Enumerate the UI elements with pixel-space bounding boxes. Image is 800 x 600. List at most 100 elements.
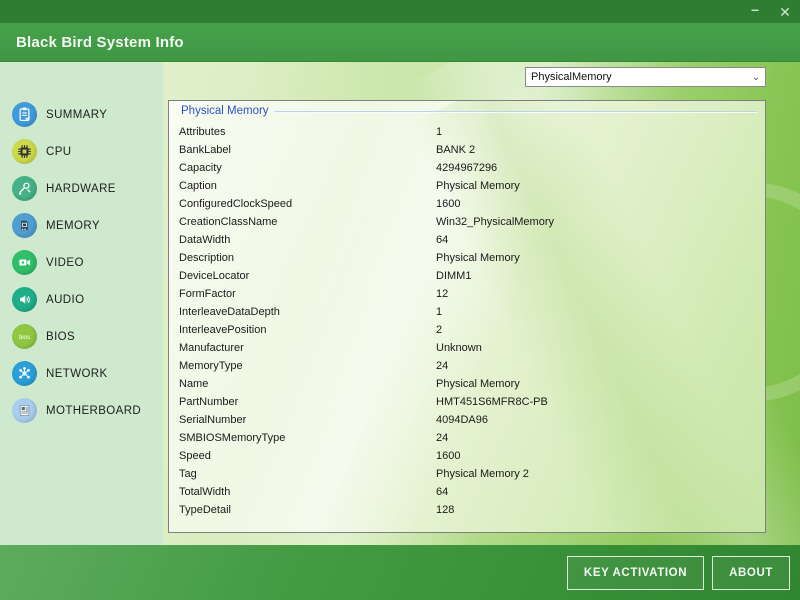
sidebar-item-label: MOTHERBOARD — [46, 405, 141, 417]
property-value: 64 — [436, 486, 757, 498]
property-row: BankLabel BANK 2 — [179, 141, 757, 159]
sidebar-item[interactable]: VIDEO — [0, 244, 163, 281]
property-name: FormFactor — [179, 288, 436, 300]
property-name: TotalWidth — [179, 486, 436, 498]
sidebar-item-label: VIDEO — [46, 257, 84, 269]
sidebar-item-label: NETWORK — [46, 368, 108, 380]
sidebar-item[interactable]: bios BIOS — [0, 318, 163, 355]
property-name: DeviceLocator — [179, 270, 436, 282]
property-row: DeviceLocator DIMM1 — [179, 267, 757, 285]
physical-memory-groupbox: Physical Memory Attributes 1 BankLabel B… — [168, 100, 766, 533]
network-nodes-icon — [12, 361, 37, 386]
sidebar-item[interactable]: AUDIO — [0, 281, 163, 318]
groupbox-header: Physical Memory — [169, 101, 765, 118]
property-value: Physical Memory — [436, 180, 757, 192]
sidebar-item[interactable]: MEMORY — [0, 207, 163, 244]
property-name: DataWidth — [179, 234, 436, 246]
property-name: PartNumber — [179, 396, 436, 408]
property-value: Physical Memory — [436, 252, 757, 264]
video-camera-icon — [12, 250, 37, 275]
groupbox-title: Physical Memory — [181, 105, 269, 117]
property-row: Attributes 1 — [179, 123, 757, 141]
property-row: Capacity 4294967296 — [179, 159, 757, 177]
property-value: 1600 — [436, 450, 757, 462]
property-name: ConfiguredClockSpeed — [179, 198, 436, 210]
property-name: Manufacturer — [179, 342, 436, 354]
property-row: Manufacturer Unknown — [179, 339, 757, 357]
ram-card-icon — [12, 213, 37, 238]
property-name: Name — [179, 378, 436, 390]
property-value: Physical Memory — [436, 378, 757, 390]
sidebar-item[interactable]: NETWORK — [0, 355, 163, 392]
property-value: 24 — [436, 360, 757, 372]
close-button[interactable]: ✕ — [770, 0, 800, 23]
property-value: Win32_PhysicalMemory — [436, 216, 757, 228]
property-name: Caption — [179, 180, 436, 192]
property-list: Attributes 1 BankLabel BANK 2 Capacity 4… — [169, 118, 765, 519]
minimize-button[interactable]: – — [740, 0, 770, 23]
clipboard-icon — [12, 102, 37, 127]
property-value: BANK 2 — [436, 144, 757, 156]
property-value: Unknown — [436, 342, 757, 354]
chevron-down-icon: ⌄ — [747, 72, 765, 83]
sidebar-item[interactable]: SUMMARY — [0, 96, 163, 133]
property-value: 4094DA96 — [436, 414, 757, 426]
property-name: InterleavePosition — [179, 324, 436, 336]
property-value: 1600 — [436, 198, 757, 210]
property-name: Attributes — [179, 126, 436, 138]
sidebar-item-label: SUMMARY — [46, 109, 107, 121]
speaker-icon — [12, 287, 37, 312]
about-button[interactable]: ABOUT — [712, 556, 790, 590]
property-row: Speed 1600 — [179, 447, 757, 465]
property-value: 24 — [436, 432, 757, 444]
property-name: Description — [179, 252, 436, 264]
tools-icon — [12, 176, 37, 201]
sidebar-item[interactable]: MOTHERBOARD — [0, 392, 163, 429]
property-name: Tag — [179, 468, 436, 480]
property-value: 2 — [436, 324, 757, 336]
property-name: InterleaveDataDepth — [179, 306, 436, 318]
category-dropdown-value: PhysicalMemory — [526, 71, 747, 83]
property-name: SMBIOSMemoryType — [179, 432, 436, 444]
sidebar-item-label: BIOS — [46, 331, 75, 343]
property-row: Description Physical Memory — [179, 249, 757, 267]
motherboard-icon — [12, 398, 37, 423]
property-row: TotalWidth 64 — [179, 483, 757, 501]
category-dropdown[interactable]: PhysicalMemory ⌄ — [525, 67, 766, 87]
property-row: Name Physical Memory — [179, 375, 757, 393]
sidebar-item[interactable]: HARDWARE — [0, 170, 163, 207]
sidebar-item-label: AUDIO — [46, 294, 84, 306]
app-title: Black Bird System Info — [0, 34, 184, 51]
property-value: 1 — [436, 306, 757, 318]
property-row: SerialNumber 4094DA96 — [179, 411, 757, 429]
key-activation-button[interactable]: KEY ACTIVATION — [567, 556, 704, 590]
property-row: MemoryType 24 — [179, 357, 757, 375]
sidebar-item-label: CPU — [46, 146, 71, 158]
property-row: PartNumber HMT451S6MFR8C-PB — [179, 393, 757, 411]
property-name: Capacity — [179, 162, 436, 174]
property-name: BankLabel — [179, 144, 436, 156]
groupbox-divider — [275, 111, 757, 113]
sidebar-item-label: MEMORY — [46, 220, 100, 232]
app-window: – ✕ Black Bird System Info SUMMARY CPU — [0, 0, 800, 600]
property-value: 4294967296 — [436, 162, 757, 174]
property-row: CreationClassName Win32_PhysicalMemory — [179, 213, 757, 231]
property-row: DataWidth 64 — [179, 231, 757, 249]
property-value: 64 — [436, 234, 757, 246]
property-value: DIMM1 — [436, 270, 757, 282]
property-row: Tag Physical Memory 2 — [179, 465, 757, 483]
property-value: 12 — [436, 288, 757, 300]
property-row: InterleaveDataDepth 1 — [179, 303, 757, 321]
content-area: SUMMARY CPU HARDWARE MEMORY — [0, 62, 800, 545]
property-value: Physical Memory 2 — [436, 468, 757, 480]
property-name: CreationClassName — [179, 216, 436, 228]
sidebar-item-label: HARDWARE — [46, 183, 116, 195]
property-name: TypeDetail — [179, 504, 436, 516]
property-row: InterleavePosition 2 — [179, 321, 757, 339]
titlebar: – ✕ — [0, 0, 800, 23]
property-row: Caption Physical Memory — [179, 177, 757, 195]
sidebar-item[interactable]: CPU — [0, 133, 163, 170]
property-name: MemoryType — [179, 360, 436, 372]
property-value: 128 — [436, 504, 757, 516]
app-header: Black Bird System Info — [0, 23, 800, 62]
